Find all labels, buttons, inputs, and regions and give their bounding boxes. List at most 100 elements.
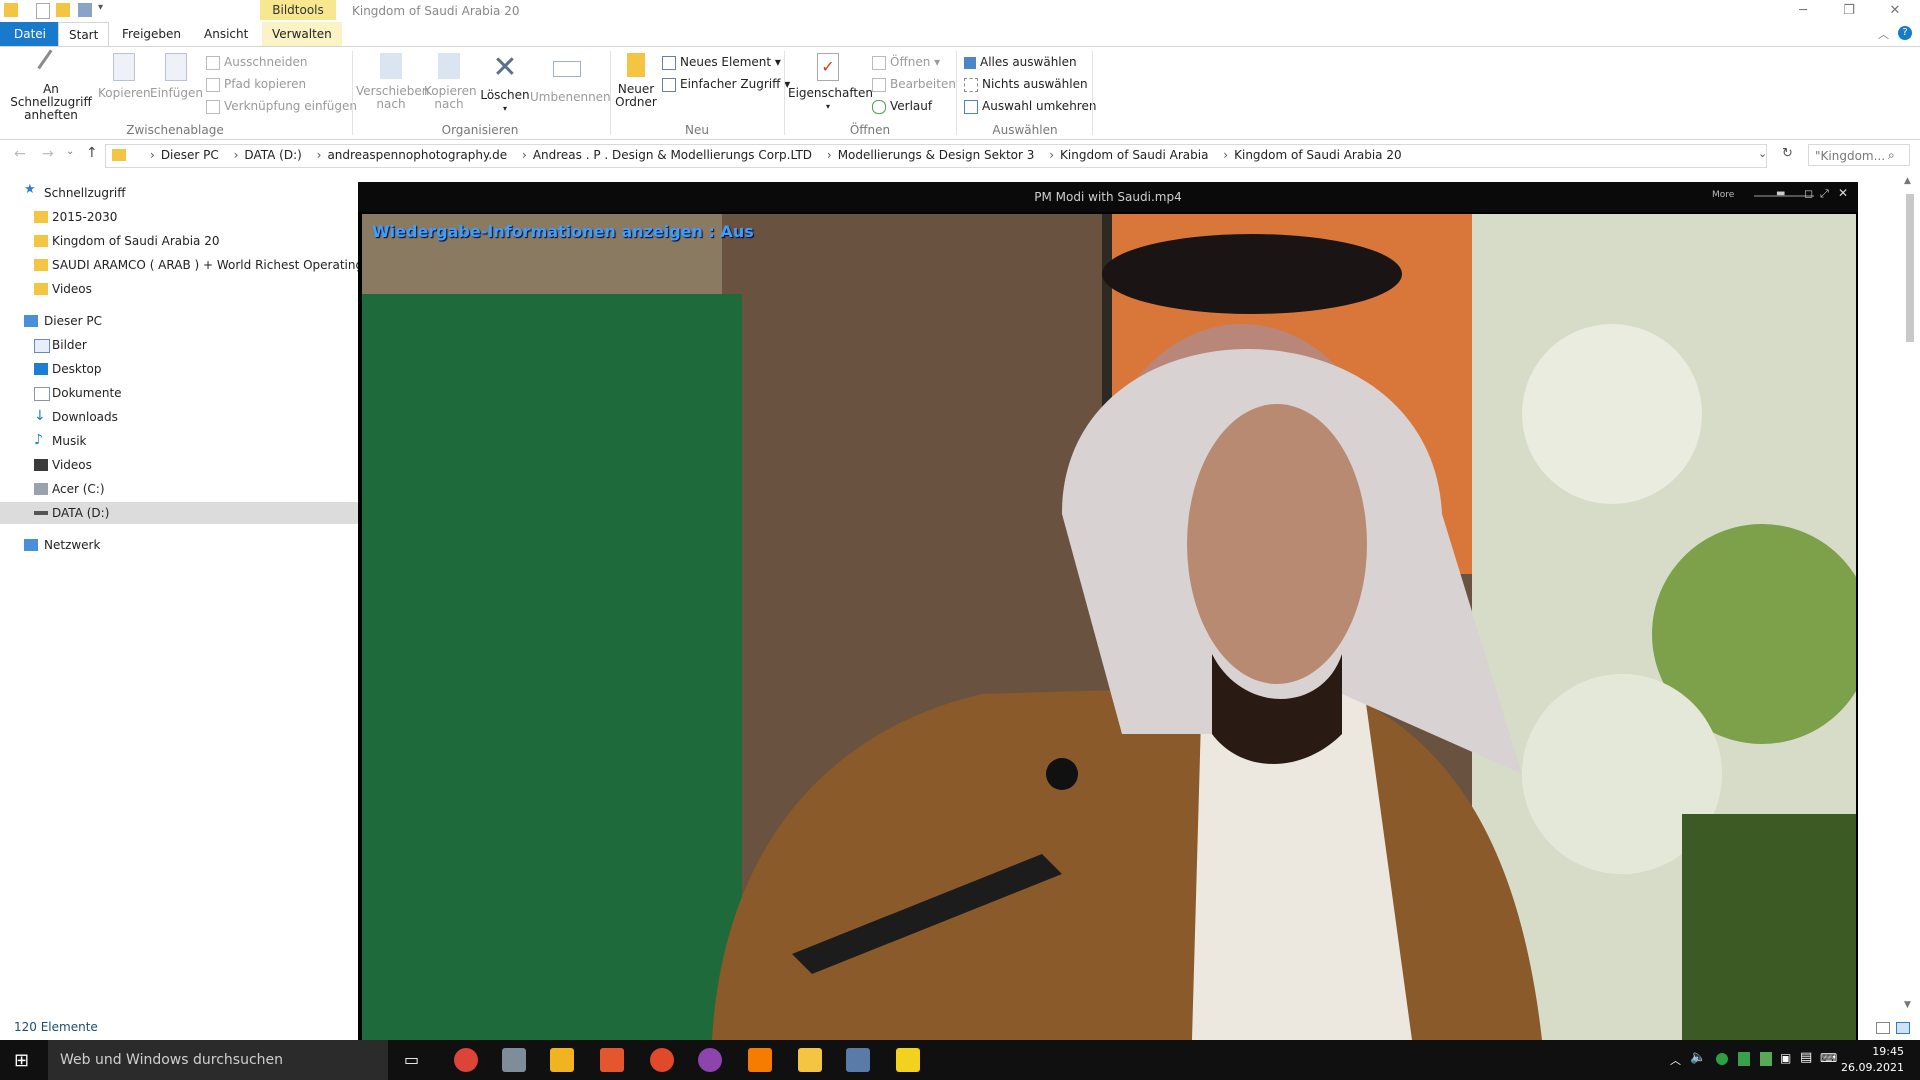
edit-button[interactable]: Bearbeiten <box>872 77 956 92</box>
history-button[interactable]: Verlauf <box>872 99 932 114</box>
properties-quick-icon[interactable] <box>36 3 50 19</box>
copy-to-button[interactable]: Kopieren nach <box>424 53 477 111</box>
open-button[interactable]: Öffnen ▾ <box>872 55 940 70</box>
image-viewer-icon[interactable] <box>846 1048 870 1072</box>
crumb[interactable]: Kingdom of Saudi Arabia <box>1060 148 1208 162</box>
minimize-icon[interactable]: ▬ <box>1776 188 1785 199</box>
maximize-button[interactable]: ❐ <box>1826 0 1872 22</box>
properties-button[interactable]: ✓ Eigenschaften ▾ <box>788 53 874 113</box>
nav-item-data-d[interactable]: DATA (D:) <box>0 502 360 524</box>
nav-item-2015-2030[interactable]: 2015-2030 <box>0 206 360 228</box>
scrollbar-thumb[interactable] <box>1906 194 1914 342</box>
paste-button[interactable]: Einfügen <box>150 53 203 100</box>
nav-item-bilder[interactable]: Bilder <box>0 334 360 356</box>
browser-app-icon[interactable] <box>650 1048 674 1072</box>
volume-icon[interactable]: 🔈 <box>1690 1050 1706 1065</box>
photos-app-icon[interactable] <box>502 1048 526 1072</box>
copy-button[interactable]: Kopieren <box>98 53 151 100</box>
collapse-ribbon-icon[interactable]: ︿ <box>1878 26 1889 42</box>
nav-item-videos-quick[interactable]: Videos <box>0 278 360 300</box>
star-icon: ★ <box>24 182 36 197</box>
crumb[interactable]: andreaspennophotography.de <box>327 148 507 162</box>
paste-shortcut-button[interactable]: Verknüpfung einfügen <box>206 99 357 114</box>
search-icon[interactable]: ⌕ <box>1888 148 1895 163</box>
nav-item-dokumente[interactable]: Dokumente <box>0 382 360 404</box>
back-arrow-icon[interactable]: ← <box>14 146 26 162</box>
up-arrow-icon[interactable]: ↑ <box>86 145 98 161</box>
select-none-button[interactable]: Nichts auswählen <box>964 77 1088 92</box>
display-icon[interactable]: ▣ <box>1780 1051 1791 1065</box>
crumb[interactable]: DATA (D:) <box>244 148 301 162</box>
new-folder-button[interactable]: Neuer Ordner <box>614 53 658 109</box>
media-player-icon[interactable] <box>896 1048 920 1072</box>
nav-this-pc[interactable]: Dieser PC <box>0 310 360 332</box>
crumb[interactable]: Modellierungs & Design Sektor 3 <box>838 148 1035 162</box>
keyboard-icon[interactable]: ⌨ <box>1820 1051 1837 1065</box>
action-center-icon[interactable]: ▤ <box>1800 1050 1812 1065</box>
minimize-button[interactable]: ─ <box>1780 0 1826 22</box>
security-icon[interactable] <box>1716 1053 1728 1065</box>
easy-access-button[interactable]: Einfacher Zugriff ▾ <box>662 77 790 92</box>
scroll-down-icon[interactable]: ▼ <box>1904 1000 1911 1010</box>
properties-label: Eigenschaften <box>788 86 874 100</box>
task-view-icon[interactable]: ▭ <box>404 1050 419 1069</box>
quick-access-toolbar-icon[interactable] <box>78 3 92 17</box>
refresh-icon[interactable]: ↻ <box>1782 146 1793 161</box>
pin-quick-access-button[interactable]: An Schnellzugriff anheften <box>6 49 96 122</box>
tab-start[interactable]: Start <box>58 22 110 48</box>
show-hidden-icons-icon[interactable]: ︿ <box>1670 1052 1681 1068</box>
tab-ansicht[interactable]: Ansicht <box>194 22 258 46</box>
taskbar-clock[interactable]: 19:45 26.09.2021 <box>1841 1044 1904 1076</box>
address-dropdown-icon[interactable]: ⌄ <box>1758 147 1767 160</box>
nav-network[interactable]: Netzwerk <box>0 534 360 556</box>
vertical-scrollbar[interactable]: ▲ ▼ <box>1904 176 1916 1036</box>
flame-app-icon[interactable] <box>600 1048 624 1072</box>
large-icons-view-icon[interactable] <box>1896 1022 1910 1034</box>
taskbar-search-input[interactable]: Web und Windows durchsuchen <box>48 1040 388 1080</box>
nav-item-acer-c[interactable]: Acer (C:) <box>0 478 360 500</box>
close-icon[interactable]: ✕ <box>1838 186 1848 200</box>
windows-start-icon[interactable]: ⊞ <box>14 1050 29 1071</box>
tab-freigeben[interactable]: Freigeben <box>112 22 191 46</box>
cut-button[interactable]: Ausschneiden <box>206 55 307 70</box>
nav-item-videos[interactable]: Videos <box>0 454 360 476</box>
invert-selection-button[interactable]: Auswahl umkehren <box>964 99 1096 114</box>
tab-datei[interactable]: Datei <box>0 22 61 46</box>
nav-label: Musik <box>52 434 87 448</box>
more-button[interactable]: More <box>1712 190 1734 200</box>
chrome-icon[interactable] <box>454 1048 478 1072</box>
picasa-icon[interactable] <box>698 1048 722 1072</box>
rename-button[interactable]: Umbenennen <box>530 53 611 104</box>
close-button[interactable]: ✕ <box>1872 0 1918 22</box>
nav-quick-access[interactable]: ★ Schnellzugriff <box>0 182 360 204</box>
tab-verwalten[interactable]: Verwalten <box>262 22 342 46</box>
crumb[interactable]: Andreas . P . Design & Modellierungs Cor… <box>533 148 812 162</box>
new-folder-quick-icon[interactable] <box>56 3 70 17</box>
lock-app-icon[interactable] <box>550 1048 574 1072</box>
fullscreen-icon[interactable]: ⤢ <box>1820 187 1829 201</box>
battery-icon[interactable] <box>1760 1052 1772 1066</box>
qat-dropdown-icon[interactable]: ▾ <box>98 2 103 13</box>
select-all-button[interactable]: Alles auswählen <box>964 55 1077 69</box>
help-icon[interactable]: ? <box>1898 26 1912 40</box>
vlc-icon[interactable] <box>748 1048 772 1072</box>
crumb[interactable]: Dieser PC <box>161 148 219 162</box>
forward-arrow-icon[interactable]: → <box>42 146 54 162</box>
new-item-button[interactable]: Neues Element ▾ <box>662 55 781 70</box>
nav-item-downloads[interactable]: ↓ Downloads <box>0 406 360 428</box>
video-player-window[interactable]: PM Modi with Saudi.mp4 More ▬ ◻ ⤢ ✕ Wied… <box>358 182 1858 1040</box>
network-status-icon[interactable] <box>1738 1052 1750 1066</box>
crumb[interactable]: Kingdom of Saudi Arabia 20 <box>1234 148 1402 162</box>
nav-item-aramco[interactable]: SAUDI ARAMCO ( ARAB ) + World Richest Op… <box>0 254 360 276</box>
details-view-icon[interactable] <box>1876 1022 1890 1034</box>
nav-item-musik[interactable]: ♪ Musik <box>0 430 360 452</box>
copy-path-button[interactable]: Pfad kopieren <box>206 77 306 92</box>
delete-button[interactable]: ✕ Löschen ▾ <box>480 53 530 115</box>
file-explorer-icon[interactable] <box>798 1048 822 1072</box>
scroll-up-icon[interactable]: ▲ <box>1904 176 1911 186</box>
maximize-icon[interactable]: ◻ <box>1804 187 1813 200</box>
recent-locations-icon[interactable]: ⌄ <box>66 146 74 157</box>
move-to-button[interactable]: Verschieben nach <box>356 53 429 111</box>
nav-item-desktop[interactable]: Desktop <box>0 358 360 380</box>
nav-item-kingdom[interactable]: Kingdom of Saudi Arabia 20 <box>0 230 360 252</box>
